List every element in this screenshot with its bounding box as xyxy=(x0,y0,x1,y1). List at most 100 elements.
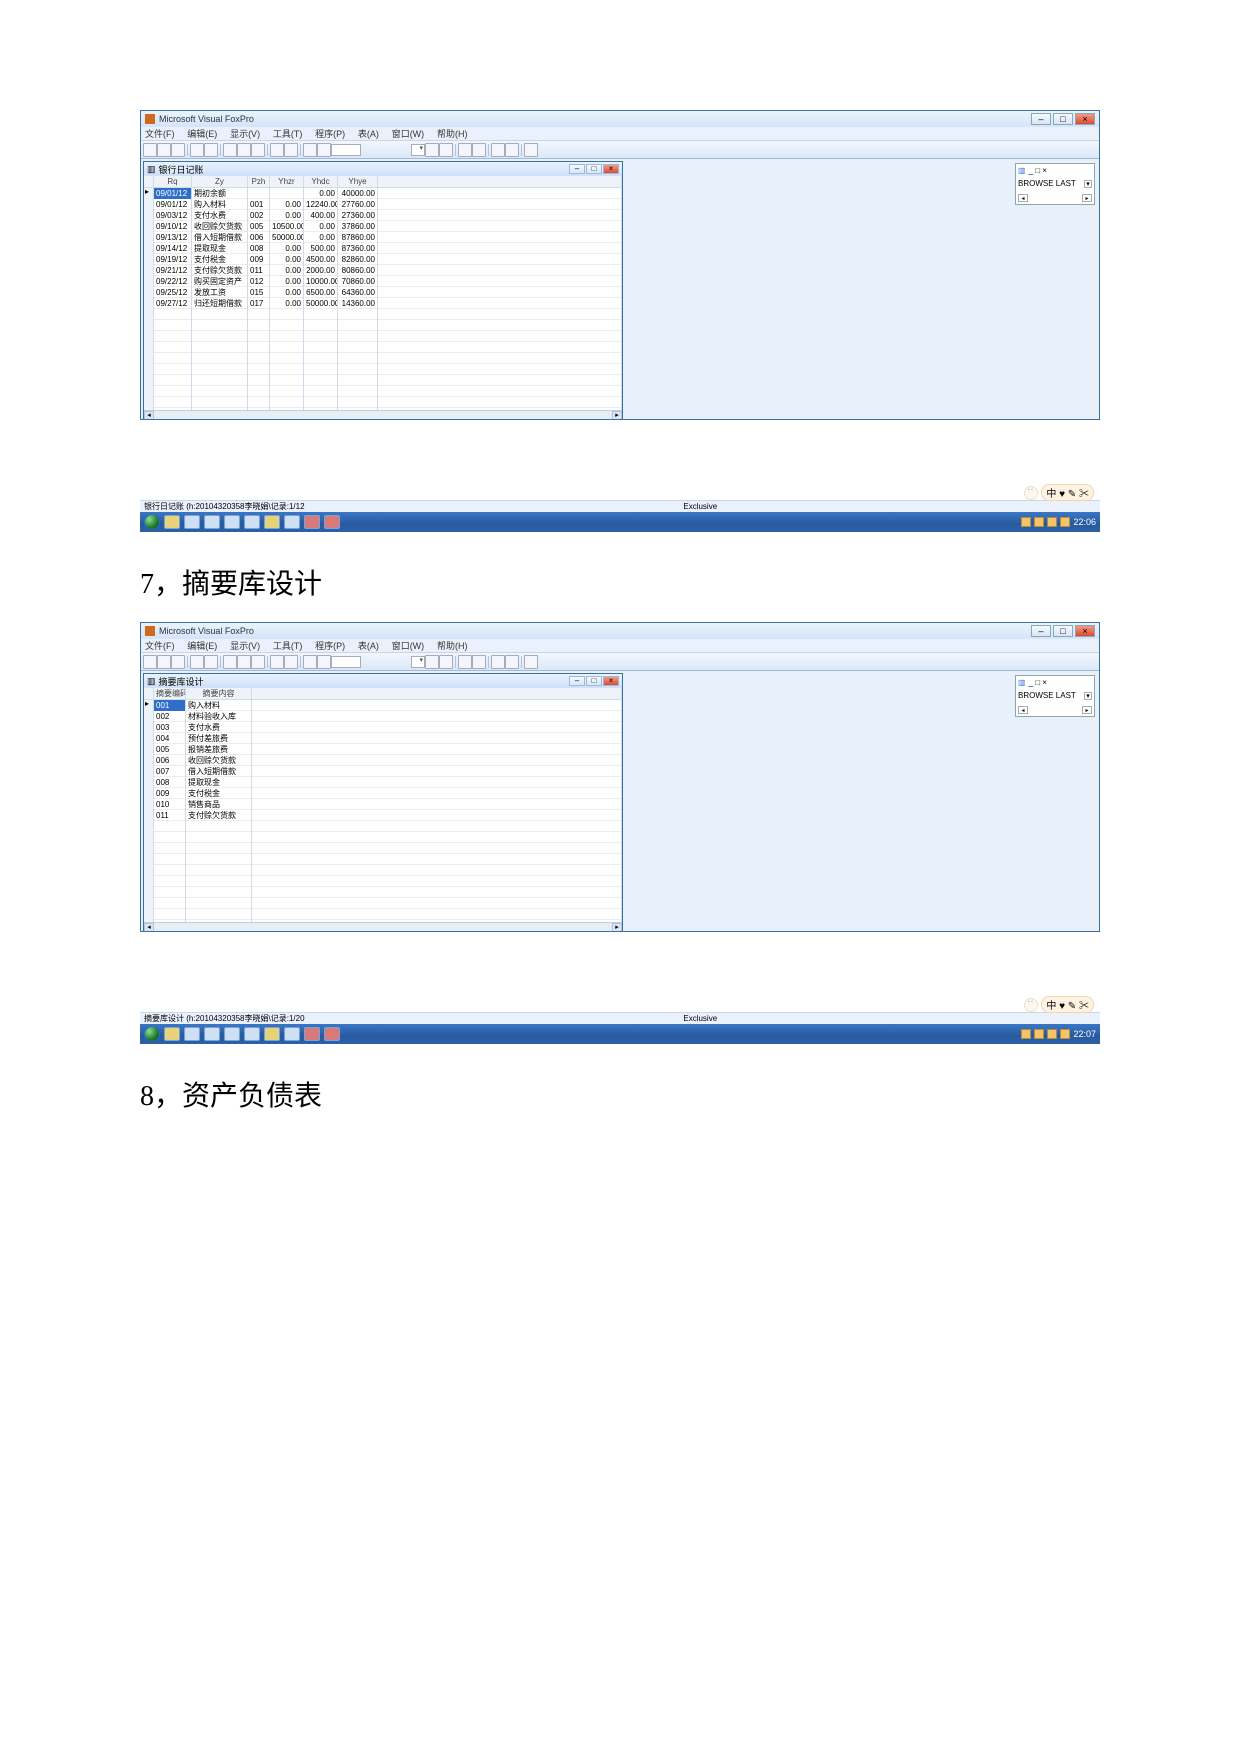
close-button[interactable]: × xyxy=(1075,113,1095,125)
tb-cut-icon[interactable] xyxy=(223,655,237,669)
child-close-button[interactable]: × xyxy=(603,676,619,686)
table-row[interactable]: 006收回赊欠货款 xyxy=(144,755,622,766)
table-row[interactable]: 09/21/12支付赊欠货款0110.002000.0080860.00 xyxy=(144,265,622,276)
tb-c-icon[interactable] xyxy=(491,655,505,669)
close-button[interactable]: × xyxy=(1075,625,1095,637)
tb-db-icon[interactable] xyxy=(439,143,453,157)
menu-tools[interactable]: 工具(T) xyxy=(273,641,303,651)
table-row[interactable]: 013分配工资 xyxy=(144,832,622,843)
h-scrollbar-2[interactable]: ◂▸ xyxy=(144,922,622,931)
table-row[interactable]: 010销售商品 xyxy=(144,799,622,810)
tb-new-icon[interactable] xyxy=(143,143,157,157)
task-pin-icon[interactable] xyxy=(284,1027,300,1041)
child-min-button[interactable]: – xyxy=(569,164,585,174)
command-window[interactable]: ▥_ □ × BROWSE LAST▾ ◂▸ xyxy=(1015,163,1095,205)
start-orb-icon[interactable] xyxy=(144,514,160,530)
menu-table[interactable]: 表(A) xyxy=(358,129,379,139)
tb-save-icon[interactable] xyxy=(171,143,185,157)
minimize-button[interactable]: – xyxy=(1031,113,1051,125)
task-folder-icon[interactable] xyxy=(164,1027,180,1041)
table-row[interactable]: 09/27/12归还短期借款0170.0050000.0014360.00 xyxy=(144,298,622,309)
table-row[interactable]: 09/10/12收回赊欠货款00510500.000.0037860.00 xyxy=(144,221,622,232)
tray-icon[interactable] xyxy=(1021,517,1031,527)
task-app2-icon[interactable] xyxy=(224,1027,240,1041)
table-row[interactable]: 09/14/12提取现金0080.00500.0087360.00 xyxy=(144,243,622,254)
task-ie-icon[interactable] xyxy=(184,1027,200,1041)
table-row[interactable]: 09/01/12购入材料0010.0012240.0027760.00 xyxy=(144,199,622,210)
start-orb-icon[interactable] xyxy=(144,1026,160,1042)
menu-window[interactable]: 窗口(W) xyxy=(392,641,425,651)
col-pzh[interactable]: Pzh xyxy=(248,176,270,187)
tb-db-icon[interactable] xyxy=(439,655,453,669)
tb-run-icon[interactable] xyxy=(303,143,317,157)
menu-help[interactable]: 帮助(H) xyxy=(437,641,468,651)
menu-file[interactable]: 文件(F) xyxy=(145,129,175,139)
tb-a-icon[interactable] xyxy=(458,655,472,669)
tb-redo-icon[interactable] xyxy=(284,655,298,669)
table-row[interactable]: 015归还短期借款 xyxy=(144,854,622,865)
col-zy[interactable]: Zy xyxy=(192,176,248,187)
table-row[interactable]: 003支付水费 xyxy=(144,722,622,733)
table-row[interactable]: 019结转收入 xyxy=(144,898,622,909)
tb-combo-icon[interactable] xyxy=(411,144,425,156)
task-ie-icon[interactable] xyxy=(184,515,200,529)
tb-a-icon[interactable] xyxy=(458,143,472,157)
tray-icon-3[interactable] xyxy=(1047,517,1057,527)
tb-copy-icon[interactable] xyxy=(237,655,251,669)
child-close-button[interactable]: × xyxy=(603,164,619,174)
table-row[interactable]: 005报销差旅费 xyxy=(144,744,622,755)
tb-new-icon[interactable] xyxy=(143,655,157,669)
tb-undo-icon[interactable] xyxy=(270,143,284,157)
tb-combo-icon[interactable] xyxy=(411,656,425,668)
h-scrollbar[interactable]: ◂▸ xyxy=(144,410,622,419)
tb-c-icon[interactable] xyxy=(491,143,505,157)
tb-open-icon[interactable] xyxy=(157,143,171,157)
tray-icon[interactable] xyxy=(1021,1029,1031,1039)
cmd-right-icon[interactable]: ▸ xyxy=(1082,194,1092,202)
col-name[interactable]: 摘要内容 xyxy=(186,688,252,699)
tb-field[interactable] xyxy=(331,656,361,668)
child-max-button[interactable]: □ xyxy=(586,164,602,174)
tb-help-icon[interactable] xyxy=(524,143,538,157)
tb-redo-icon[interactable] xyxy=(284,143,298,157)
table-row[interactable]: 09/01/12期初余额0.0040000.00 xyxy=(144,188,622,199)
tb-field[interactable] xyxy=(331,144,361,156)
menu-file[interactable]: 文件(F) xyxy=(145,641,175,651)
tb-copy-icon[interactable] xyxy=(237,143,251,157)
tb-cut-icon[interactable] xyxy=(223,143,237,157)
menu-tools[interactable]: 工具(T) xyxy=(273,129,303,139)
command-window-2[interactable]: ▥_ □ × BROWSE LAST▾ ◂▸ xyxy=(1015,675,1095,717)
menu-table[interactable]: 表(A) xyxy=(358,641,379,651)
tb-print-icon[interactable] xyxy=(190,143,204,157)
cmd-dropdown-icon[interactable]: ▾ xyxy=(1084,180,1092,188)
tb-b-icon[interactable] xyxy=(472,143,486,157)
menu-program[interactable]: 程序(P) xyxy=(315,129,345,139)
task-fox-icon[interactable] xyxy=(304,515,320,529)
tb-b-icon[interactable] xyxy=(472,655,486,669)
table-row[interactable]: 012发放职工工资 xyxy=(144,821,622,832)
table-row[interactable]: 011支付赊欠货款 xyxy=(144,810,622,821)
tray-icon-3[interactable] xyxy=(1047,1029,1057,1039)
cmd-dropdown-icon[interactable]: ▾ xyxy=(1084,692,1092,700)
cmd-left-icon[interactable]: ◂ xyxy=(1018,706,1028,714)
menu-window[interactable]: 窗口(W) xyxy=(392,129,425,139)
table-row[interactable]: 017结转生产成本 xyxy=(144,876,622,887)
table-row[interactable]: 09/31/12期末余额60500.0086140.0014360.00 xyxy=(144,309,622,320)
task-word-icon[interactable] xyxy=(264,1027,280,1041)
col-rq[interactable]: Rq xyxy=(154,176,192,187)
tray-icon-2[interactable] xyxy=(1034,517,1044,527)
tb-form-icon[interactable] xyxy=(425,655,439,669)
cmd-right-icon[interactable]: ▸ xyxy=(1082,706,1092,714)
child-min-button[interactable]: – xyxy=(569,676,585,686)
task-red-icon[interactable] xyxy=(324,515,340,529)
task-app3-icon[interactable] xyxy=(244,1027,260,1041)
table-row[interactable]: 014原材料分摊 xyxy=(144,843,622,854)
menu-view[interactable]: 显示(V) xyxy=(230,641,260,651)
tb-save-icon[interactable] xyxy=(171,655,185,669)
table-row[interactable]: 09/19/12支付税金0090.004500.0082860.00 xyxy=(144,254,622,265)
col-yhdc[interactable]: Yhdc xyxy=(304,176,338,187)
table-row[interactable]: 016结转库存商品 xyxy=(144,865,622,876)
table-row[interactable]: 018支付电费 xyxy=(144,887,622,898)
task-word-icon[interactable] xyxy=(264,515,280,529)
task-folder-icon[interactable] xyxy=(164,515,180,529)
